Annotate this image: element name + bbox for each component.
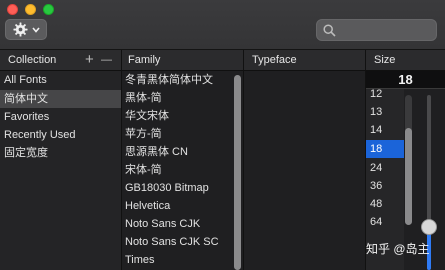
size-scrollbar-thumb[interactable] xyxy=(405,128,412,225)
collection-item-favorites[interactable]: Favorites xyxy=(0,108,121,126)
family-item[interactable]: 黑体-简 xyxy=(125,89,162,107)
size-option[interactable]: 64 xyxy=(366,213,404,231)
watermark: 知乎 @岛主 xyxy=(366,242,430,256)
family-item[interactable]: Times xyxy=(125,251,155,269)
size-option[interactable]: 13 xyxy=(366,103,404,121)
collection-item-recently-used[interactable]: Recently Used xyxy=(0,126,121,144)
action-menu-button[interactable] xyxy=(5,19,47,40)
typeface-list xyxy=(244,71,365,270)
family-item[interactable]: 冬青黑体简体中文 xyxy=(125,71,213,89)
close-button[interactable] xyxy=(7,4,18,15)
size-header: Size xyxy=(374,54,396,66)
collection-label: Recently Used xyxy=(4,129,76,141)
collection-header: Collection xyxy=(8,54,57,66)
family-scrollbar-thumb[interactable] xyxy=(234,75,241,270)
size-option[interactable]: 14 xyxy=(366,121,404,139)
minimize-button[interactable] xyxy=(25,4,36,15)
typeface-header: Typeface xyxy=(252,54,297,66)
collection-item-all-fonts[interactable]: All Fonts xyxy=(0,71,121,89)
size-option[interactable]: 24 xyxy=(366,159,404,177)
family-item[interactable]: 思源黑体 CN xyxy=(125,143,188,161)
family-item[interactable]: 宋体-简 xyxy=(125,161,162,179)
collection-item-simplified-chinese[interactable]: 简体中文 xyxy=(0,90,121,108)
family-item[interactable]: Noto Sans CJK xyxy=(125,215,200,233)
toolbar xyxy=(0,0,445,50)
family-item[interactable]: 华文宋体 xyxy=(125,107,169,125)
remove-collection-button[interactable]: — xyxy=(101,50,112,70)
size-option-selected[interactable]: 18 xyxy=(366,140,404,158)
family-item[interactable]: Noto Sans CJK SC xyxy=(125,233,219,251)
chevron-down-icon xyxy=(31,26,40,33)
zoom-button[interactable] xyxy=(43,4,54,15)
collection-label: Favorites xyxy=(4,111,50,123)
column-header-row: Collection + — Family Typeface Size xyxy=(0,50,445,71)
family-item[interactable]: 苹方-简 xyxy=(125,125,162,143)
collection-item-fixed-width[interactable]: 固定宽度 xyxy=(0,144,121,162)
collection-label: 简体中文 xyxy=(4,93,48,105)
family-header: Family xyxy=(128,54,161,66)
font-panel-window: Collection + — Family Typeface Size All … xyxy=(0,0,445,270)
size-option[interactable]: 36 xyxy=(366,177,404,195)
size-option[interactable]: 12 xyxy=(366,85,404,103)
collection-list: All Fonts 简体中文 Favorites Recently Used 固… xyxy=(0,71,121,270)
collection-label: All Fonts xyxy=(4,74,47,86)
add-collection-button[interactable]: + xyxy=(85,50,94,70)
size-slider-knob[interactable] xyxy=(421,219,437,235)
family-list: 冬青黑体简体中文 黑体-简 华文宋体 苹方-简 思源黑体 CN 宋体-简 GB1… xyxy=(122,71,243,270)
family-item[interactable]: Helvetica xyxy=(125,197,170,215)
family-item[interactable]: GB18030 Bitmap xyxy=(125,179,209,197)
search-input[interactable] xyxy=(316,19,437,41)
gear-icon xyxy=(12,22,28,37)
collection-label: 固定宽度 xyxy=(4,147,48,159)
size-option[interactable]: 48 xyxy=(366,195,404,213)
